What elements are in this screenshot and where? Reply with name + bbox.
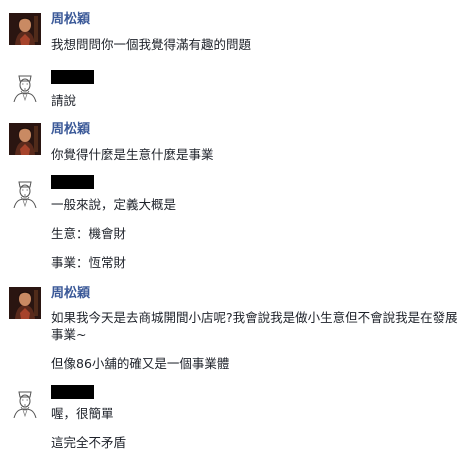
portrait-photo-avatar[interactable] [9,13,41,45]
sketch-portrait-avatar[interactable] [9,176,41,208]
redacted-sender-name [51,385,94,399]
sender-name[interactable]: 周松穎 [51,286,90,302]
sender-name[interactable]: 周松穎 [51,12,90,28]
message-text: 生意：機會財 [51,226,127,241]
sketch-portrait-avatar[interactable] [9,70,41,102]
message-text: 這完全不矛盾 [51,435,127,450]
message-text: 喔，很簡單 [51,406,114,421]
sender-name[interactable]: 周松穎 [51,122,90,138]
sketch-portrait-avatar[interactable] [9,386,41,418]
redacted-sender-name [51,175,94,189]
message-text: 但像86小舖的確又是一個事業體 [51,356,230,371]
message-text: 我想問問你一個我覺得滿有趣的問題 [51,37,252,52]
portrait-photo-avatar[interactable] [9,287,41,319]
message-text: 你覺得什麼是生意什麼是事業 [51,147,214,162]
portrait-photo-avatar[interactable] [9,123,41,155]
redacted-sender-name [51,70,94,84]
message-text: 事業：恆常財 [51,255,127,270]
message-text: 一般來說，定義大概是 [51,197,177,212]
message-text: 請說 [51,93,77,108]
message-text: 如果我今天是去商城開間小店呢?我會說我是做小生意但不會說我是在發展事業~ [51,310,458,342]
